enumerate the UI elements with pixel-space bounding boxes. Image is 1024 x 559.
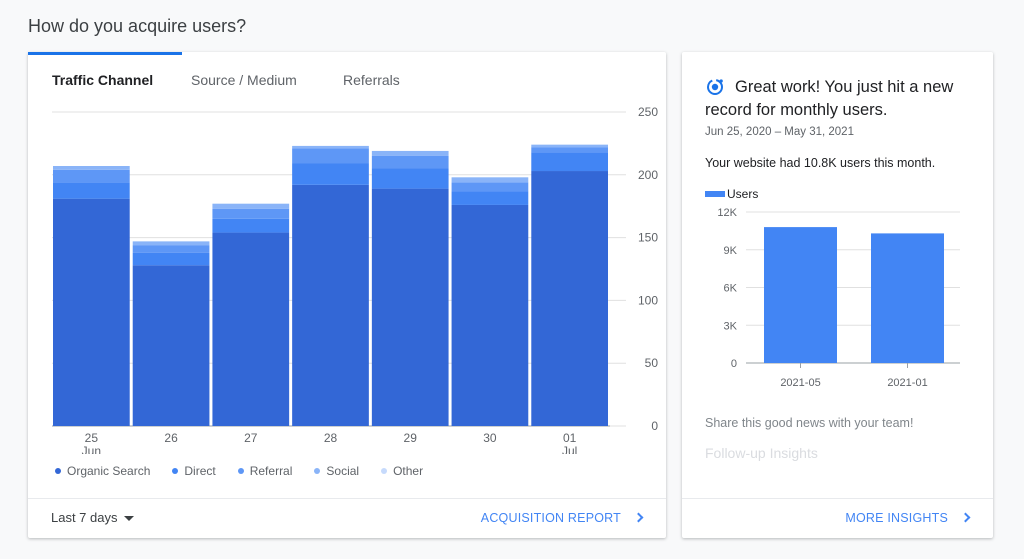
x-tick-label: 2021-05 <box>780 377 820 389</box>
bar-segment-social[interactable] <box>371 150 449 156</box>
y-tick-label: 150 <box>638 231 658 245</box>
y-tick-label: 0 <box>651 419 658 433</box>
bar-segment-referral[interactable] <box>451 182 529 192</box>
y-tick-label: 9K <box>724 245 738 257</box>
bar-segment-referral[interactable] <box>132 245 210 253</box>
bar-segment-referral[interactable] <box>292 148 369 164</box>
more-insights-link[interactable]: MORE INSIGHTS <box>845 511 971 525</box>
y-tick-label: 100 <box>638 293 658 307</box>
date-range-label: Last 7 days <box>51 510 118 525</box>
bar-segment-organic-search[interactable] <box>212 232 290 426</box>
insight-description: Your website had 10.8K users this month. <box>705 156 936 170</box>
bar-segment-social[interactable] <box>531 144 608 148</box>
date-range-dropdown[interactable]: Last 7 days <box>51 510 134 525</box>
legend-item-organic-search: Organic Search <box>55 464 150 478</box>
y-tick-label: 200 <box>638 168 658 182</box>
legend-label: Direct <box>184 464 216 478</box>
legend-label: Referral <box>249 464 293 478</box>
x-tick-label: 2021-01 <box>887 377 927 389</box>
y-tick-label: 12K <box>717 207 737 219</box>
page-title: How do you acquire users? <box>28 16 247 36</box>
caret-down-icon <box>123 516 134 522</box>
legend-dot <box>55 468 61 474</box>
bar-segment-direct[interactable] <box>212 218 290 233</box>
bar-segment-direct[interactable] <box>53 182 130 199</box>
legend-item-other: Other <box>381 464 423 478</box>
x-tick-label: 28 <box>324 431 338 445</box>
active-tab-indicator <box>28 52 182 55</box>
traffic-channel-chart: 0 50 100 150 200 250 25Jun 26 27 28 29 30 01Jul <box>52 105 659 454</box>
users-bar[interactable] <box>871 233 944 363</box>
bar-segment-direct[interactable] <box>531 152 608 172</box>
bar-segment-organic-search[interactable] <box>531 171 608 426</box>
acquisition-report-link[interactable]: ACQUISITION REPORT <box>480 511 644 525</box>
bar-segment-organic-search[interactable] <box>451 204 529 426</box>
bar-segment-direct[interactable] <box>371 168 449 189</box>
insight-title: Great work! You just hit a new record fo… <box>705 78 954 119</box>
bar-segment-direct[interactable] <box>132 252 210 266</box>
bar-segment-social[interactable] <box>53 166 130 170</box>
legend-item-social: Social <box>314 464 359 478</box>
legend-item-referral: Referral <box>237 464 293 478</box>
monthly-users-chart: 0 3K 6K 9K 12K 2021-05 2021-01 <box>717 207 960 389</box>
y-tick-label: 0 <box>731 358 737 370</box>
follow-up-insights-heading: Follow-up Insights <box>705 445 818 461</box>
x-tick-label: 25 <box>85 431 99 445</box>
bar-segment-referral[interactable] <box>371 155 449 169</box>
users-bar[interactable] <box>764 227 837 363</box>
bar-segment-social[interactable] <box>292 145 369 149</box>
card-footer: Last 7 days ACQUISITION REPORT <box>28 498 666 538</box>
y-tick-label: 6K <box>724 283 738 295</box>
tab-bar: Traffic Channel Source / Medium Referral… <box>28 52 666 104</box>
bar-segment-social[interactable] <box>451 177 529 183</box>
bar-segment-social[interactable] <box>212 203 290 209</box>
x-tick-label: 29 <box>404 431 418 445</box>
x-tick-label: 26 <box>164 431 178 445</box>
insight-card: Great work! You just hit a new record fo… <box>682 52 993 538</box>
users-legend: Users <box>705 187 758 201</box>
y-tick-label: 50 <box>645 356 659 370</box>
legend-label: Organic Search <box>67 464 151 478</box>
legend-item-direct: Direct <box>172 464 216 478</box>
users-legend-label: Users <box>727 187 759 201</box>
bar-segment-direct[interactable] <box>292 163 369 185</box>
legend-label: Social <box>326 464 360 478</box>
x-tick-sublabel: Jun <box>82 444 101 454</box>
insight-date-range: Jun 25, 2020 – May 31, 2021 <box>705 126 854 138</box>
tab-source-medium[interactable]: Source / Medium <box>191 72 297 88</box>
bar-segment-organic-search[interactable] <box>371 188 449 426</box>
chevron-right-icon <box>960 512 971 523</box>
x-tick-label: 30 <box>483 431 497 445</box>
bar-segment-organic-search[interactable] <box>292 184 369 426</box>
x-tick-label: 27 <box>244 431 258 445</box>
tab-traffic-channel[interactable]: Traffic Channel <box>52 72 153 88</box>
chevron-right-icon <box>633 512 644 523</box>
y-tick-label: 3K <box>724 320 738 332</box>
acquisition-report-label: ACQUISITION REPORT <box>480 511 621 525</box>
y-tick-label: 250 <box>638 105 658 119</box>
chart-legend: Organic Search Direct Referral Social Ot… <box>55 464 445 478</box>
legend-dot <box>381 468 388 474</box>
legend-dot <box>314 468 321 474</box>
bar-segment-organic-search[interactable] <box>132 265 210 426</box>
legend-dot <box>172 468 179 474</box>
legend-label: Other <box>393 464 424 478</box>
bar-segment-referral[interactable] <box>212 208 290 219</box>
more-insights-label: MORE INSIGHTS <box>845 511 948 525</box>
users-legend-swatch <box>705 191 725 197</box>
acquisition-card: Traffic Channel Source / Medium Referral… <box>28 52 666 538</box>
card-footer: MORE INSIGHTS <box>682 498 993 538</box>
bar-segment-organic-search[interactable] <box>53 198 130 426</box>
bar-segment-direct[interactable] <box>451 191 529 205</box>
x-tick-label: 01 <box>563 431 577 445</box>
tab-referrals[interactable]: Referrals <box>343 72 400 88</box>
x-tick-sublabel: Jul <box>562 444 577 454</box>
share-text: Share this good news with your team! <box>705 416 914 430</box>
bar-segment-referral[interactable] <box>531 147 608 153</box>
legend-dot <box>237 468 244 474</box>
bar-segment-referral[interactable] <box>53 169 130 183</box>
bar-segment-social[interactable] <box>132 241 210 246</box>
